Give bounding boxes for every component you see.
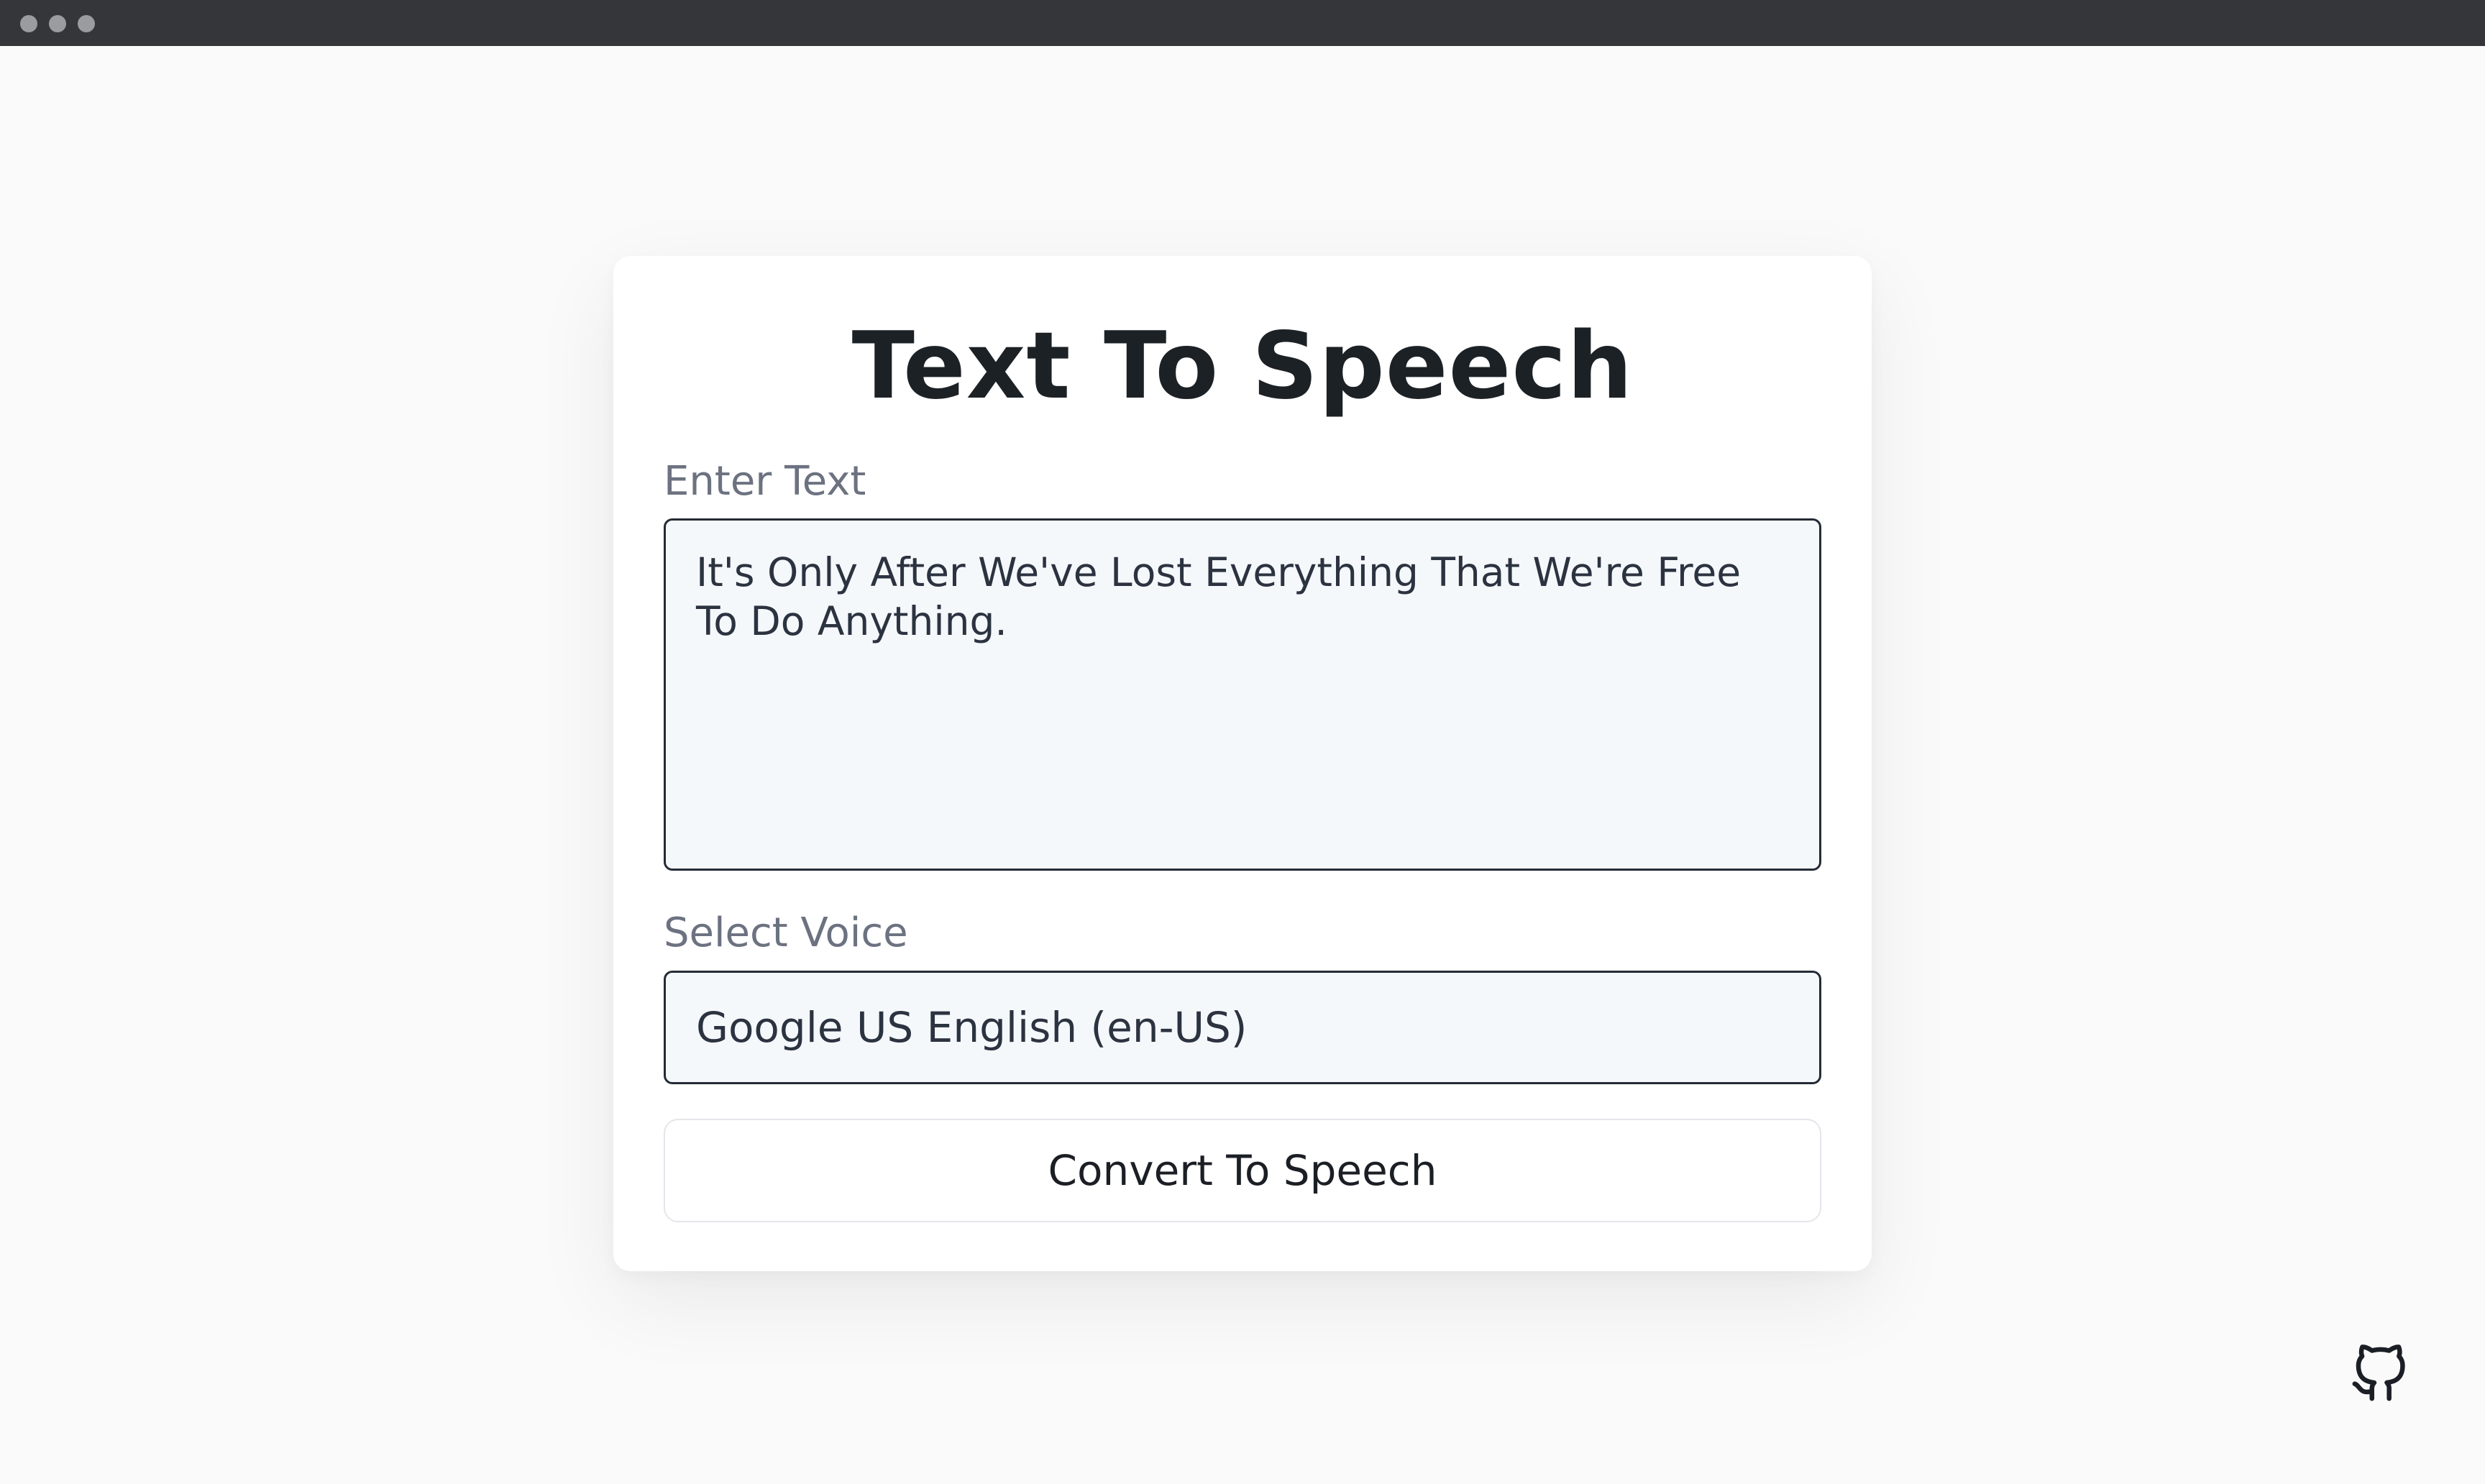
voice-select-value: Google US English (en-US) xyxy=(696,1003,1248,1052)
convert-to-speech-button[interactable]: Convert To Speech xyxy=(664,1119,1821,1222)
github-icon-svg xyxy=(2352,1345,2405,1401)
window-minimize-dot[interactable] xyxy=(49,15,66,32)
browser-titlebar xyxy=(0,0,2485,46)
enter-text-label: Enter Text xyxy=(664,458,866,505)
window-close-dot[interactable] xyxy=(20,15,37,32)
tts-card: Text To Speech Enter Text It's Only Afte… xyxy=(613,256,1872,1271)
convert-button-label: Convert To Speech xyxy=(1048,1146,1437,1195)
text-input[interactable]: It's Only After We've Lost Everything Th… xyxy=(664,518,1821,871)
page-title: Text To Speech xyxy=(851,313,1634,420)
github-icon[interactable] xyxy=(2350,1345,2409,1403)
window-maximize-dot[interactable] xyxy=(78,15,95,32)
voice-select[interactable]: Google US English (en-US) xyxy=(664,971,1821,1084)
select-voice-label: Select Voice xyxy=(664,910,908,956)
